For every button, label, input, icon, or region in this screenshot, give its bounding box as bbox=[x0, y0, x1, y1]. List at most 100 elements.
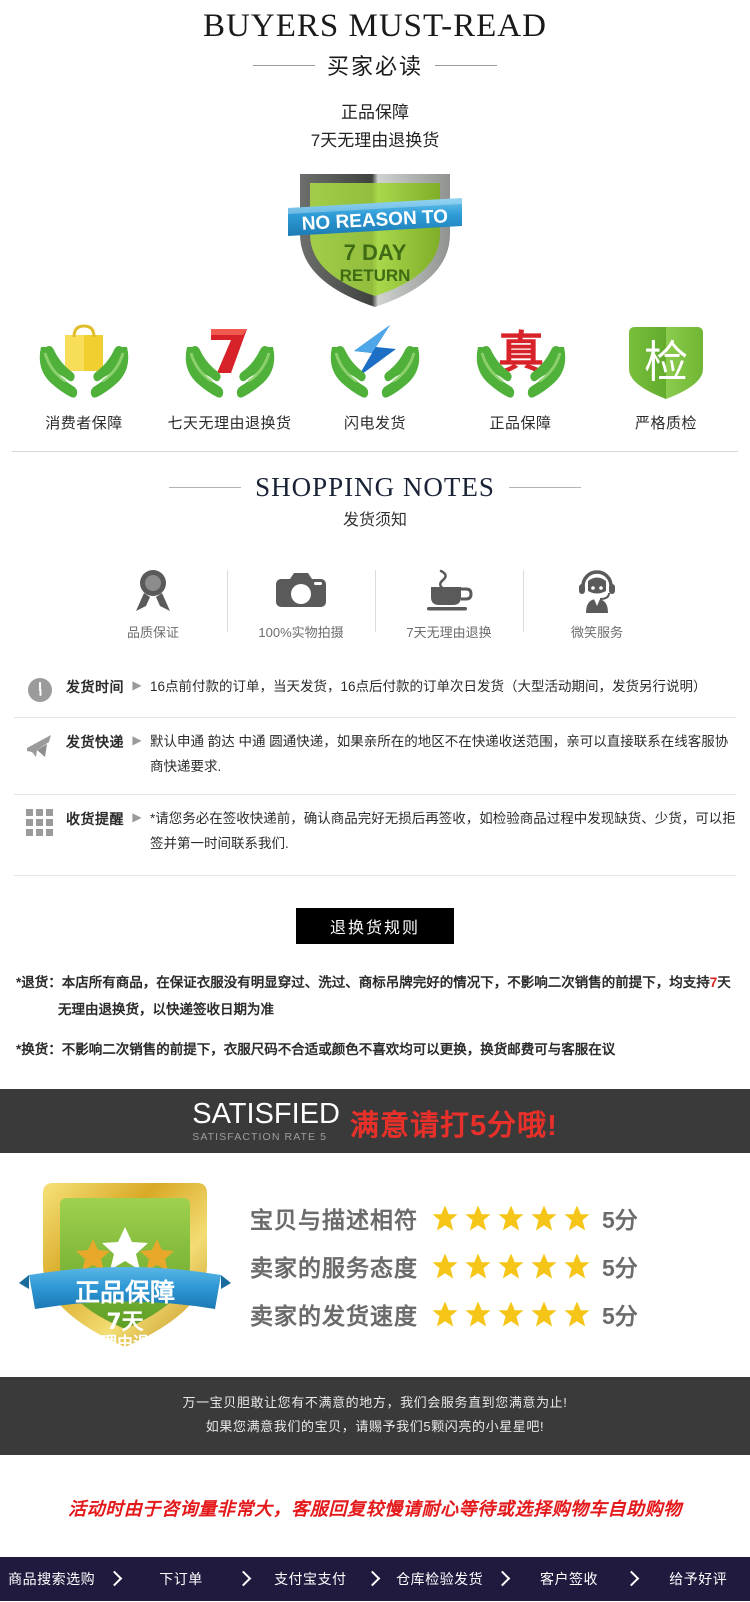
info-row-shipping-time: 发货时间 ▶ 16点前付款的订单，当天发货，16点后付款的订单次日发货（大型活动… bbox=[14, 663, 736, 717]
star-icon bbox=[564, 1301, 590, 1327]
step-item-1[interactable]: 下订单 bbox=[129, 1557, 232, 1601]
page-header: BUYERS MUST-READ 买家必读 正品保障 7天无理由退换货 bbox=[0, 0, 750, 155]
info-value: 默认申通 韵达 中通 圆通快递，如果亲所在的地区不在快递收送范围，亲可以直接联系… bbox=[150, 734, 729, 775]
guarantee-label: 正品保障 bbox=[489, 415, 552, 433]
star-icon bbox=[498, 1253, 524, 1279]
red-notice: 活动时由于咨询量非常大，客服回复较慢请耐心等待或选择购物车自助购物 bbox=[68, 1498, 682, 1519]
shield-badge-icon: NO REASON TO 7 DAY RETURN bbox=[288, 173, 462, 307]
seven-in-hands-icon bbox=[160, 318, 300, 403]
return-policy-banner: 退换货规则 bbox=[295, 908, 454, 945]
service-icon-row: 品质保证 100%实物拍摄 7天无理由退换 微笑服务 bbox=[0, 530, 750, 641]
return-policy-line2: 无理由退换货，以快递签收日期为准 bbox=[58, 1001, 274, 1017]
rating-label: 卖家的服务态度 bbox=[250, 1254, 418, 1281]
clock-icon bbox=[14, 675, 66, 703]
rating-row-0: 宝贝与描述相符 5分 bbox=[250, 1201, 730, 1235]
chevron-right-icon bbox=[103, 1557, 129, 1601]
rating-stars bbox=[430, 1299, 592, 1329]
exchange-policy-text: 不影响二次销售的前提下，衣服尺码不合适或颜色不喜欢均可以更换，换货邮费可与客服在… bbox=[61, 1041, 616, 1057]
page-title-en: BUYERS MUST-READ bbox=[203, 8, 547, 44]
info-key: 收货提醒 bbox=[66, 811, 124, 828]
shopping-notes-title-cn: 发货须知 bbox=[342, 512, 407, 530]
star-icon bbox=[498, 1205, 524, 1231]
return-policy-text-a: 本店所有商品，在保证衣服没有明显穿过、洗过、商标吊牌完好的情况下，不影响二次销售… bbox=[61, 975, 710, 991]
grid-squares-icon bbox=[14, 807, 66, 837]
triangle-marker-icon: ▶ bbox=[132, 678, 142, 693]
authenticity-shield-badge: 正品保障 7天 无理由退换 bbox=[0, 1171, 250, 1361]
step-item-5[interactable]: 给予好评 bbox=[647, 1557, 750, 1601]
seven-day-return-shield: NO REASON TO 7 DAY RETURN bbox=[0, 159, 750, 314]
step-item-0[interactable]: 商品搜索选购 bbox=[0, 1557, 103, 1601]
triangle-marker-icon: ▶ bbox=[132, 810, 142, 825]
service-item-0: 品质保证 bbox=[79, 566, 227, 641]
info-value: 16点前付款的订单，当天发货，16点后付款的订单次日发货（大型活动期间，发货另行… bbox=[150, 679, 707, 695]
guarantee-item-4: 检 严格质检 bbox=[596, 318, 736, 433]
chevron-right-icon bbox=[621, 1557, 647, 1601]
return-policy-lead: *退货： bbox=[16, 975, 62, 991]
service-label: 7天无理由退换 bbox=[406, 625, 492, 641]
guarantee-item-3: 真 正品保障 bbox=[451, 318, 591, 433]
star-icon bbox=[432, 1301, 458, 1327]
info-row-courier: 发货快递 ▶ 默认申通 韵达 中通 圆通快递，如果亲所在的地区不在快递收送范围，… bbox=[14, 717, 736, 794]
title-rule-right bbox=[435, 64, 497, 66]
satisfied-banner: SATISFIED SATISFACTION RATE 5 满意请打5分哦! bbox=[0, 1089, 750, 1153]
svg-text:检: 检 bbox=[644, 337, 688, 388]
badge-line1: 7天 bbox=[106, 1310, 144, 1335]
return-policy-banner-wrap: 退换货规则 bbox=[0, 876, 750, 945]
guarantee-label: 严格质检 bbox=[634, 415, 697, 433]
shipping-info-list: 发货时间 ▶ 16点前付款的订单，当天发货，16点后付款的订单次日发货（大型活动… bbox=[0, 641, 750, 871]
satisfied-footer-line1: 万一宝贝胆敢让您有不满意的地方，我们会服务直到您满意为止! bbox=[182, 1394, 568, 1410]
airplane-icon bbox=[14, 730, 66, 760]
purchase-steps-bar: 商品搜索选购 下订单 支付宝支付 仓库检验发货 客户签收 给予好评 bbox=[0, 1556, 750, 1601]
step-item-4[interactable]: 客户签收 bbox=[517, 1557, 620, 1601]
coffee-cup-icon bbox=[375, 566, 523, 614]
service-item-3: 微笑服务 bbox=[523, 566, 671, 641]
return-policy-item-exchange: *换货：不影响二次销售的前提下，衣服尺码不合适或颜色不喜欢均可以更换，换货邮费可… bbox=[16, 1037, 734, 1063]
info-key: 发货时间 bbox=[66, 679, 124, 696]
step-item-3[interactable]: 仓库检验发货 bbox=[388, 1557, 491, 1601]
satisfied-title-cn: 满意请打5分哦! bbox=[349, 1109, 558, 1142]
service-item-2: 7天无理由退换 bbox=[375, 566, 523, 641]
guarantee-item-2: 闪电发货 bbox=[305, 318, 445, 433]
rating-row-2: 卖家的发货速度 5分 bbox=[250, 1297, 730, 1331]
shield-line2: RETURN bbox=[340, 266, 411, 285]
badge-ribbon-text: 正品保障 bbox=[75, 1278, 175, 1307]
service-label: 品质保证 bbox=[126, 625, 179, 641]
star-icon bbox=[498, 1301, 524, 1327]
return-policy-body: *退货：本店所有商品，在保证衣服没有明显穿过、洗过、商标吊牌完好的情况下，不影响… bbox=[0, 944, 750, 1063]
title-rule-left bbox=[252, 64, 315, 66]
star-icon bbox=[531, 1253, 557, 1279]
page-title-cn: 买家必读 bbox=[326, 54, 423, 80]
satisfied-footer: 万一宝贝胆敢让您有不满意的地方，我们会服务直到您满意为止! 如果您满意我们的宝贝… bbox=[0, 1376, 750, 1455]
medal-icon bbox=[79, 566, 227, 614]
authenticity-shield-icon: 正品保障 7天 无理由退换 bbox=[19, 1182, 231, 1352]
shopping-notes-title-en: SHOPPING NOTES bbox=[255, 472, 495, 503]
star-icon bbox=[564, 1253, 590, 1279]
lightning-in-hands-icon bbox=[305, 318, 445, 403]
shopping-bag-in-hands-icon bbox=[14, 318, 154, 403]
header-subtitle-line1: 正品保障 bbox=[341, 103, 409, 123]
rating-stars bbox=[430, 1251, 592, 1281]
rating-rows: 宝贝与描述相符 5分 卖家的服务态度 5分 卖家的发货速度 5分 bbox=[250, 1187, 750, 1345]
info-key: 发货快递 bbox=[66, 734, 124, 751]
guarantee-item-0: 消费者保障 bbox=[14, 318, 154, 433]
shield-line1: 7 DAY bbox=[344, 240, 407, 265]
star-icon bbox=[432, 1205, 458, 1231]
satisfied-section: SATISFIED SATISFACTION RATE 5 满意请打5分哦! 正… bbox=[0, 1089, 750, 1455]
step-item-2[interactable]: 支付宝支付 bbox=[259, 1557, 362, 1601]
info-row-receipt-reminder: 收货提醒 ▶ *请您务必在签收快递前，确认商品完好无损后再签收，如检验商品过程中… bbox=[14, 794, 736, 871]
star-icon bbox=[432, 1253, 458, 1279]
notes-rule-right bbox=[508, 487, 581, 489]
headset-agent-icon bbox=[523, 566, 671, 614]
satisfied-title-en-block: SATISFIED SATISFACTION RATE 5 bbox=[192, 1098, 340, 1143]
chevron-right-icon bbox=[233, 1557, 259, 1601]
badge-line2: 无理由退换 bbox=[84, 1333, 166, 1352]
satisfied-title-en: SATISFIED bbox=[192, 1098, 340, 1131]
satisfied-footer-line2: 如果您满意我们的宝贝，请赐予我们5颗闪亮的小星星吧! bbox=[205, 1418, 545, 1434]
chevron-right-icon bbox=[362, 1557, 388, 1601]
service-label: 微笑服务 bbox=[570, 625, 623, 641]
guarantee-label: 闪电发货 bbox=[343, 415, 406, 433]
rating-label: 卖家的发货速度 bbox=[250, 1302, 418, 1329]
jian-shield-icon: 检 bbox=[596, 318, 736, 403]
return-policy-item-return: *退货：本店所有商品，在保证衣服没有明显穿过、洗过、商标吊牌完好的情况下，不影响… bbox=[16, 970, 734, 1023]
shopping-notes-header: SHOPPING NOTES 发货须知 bbox=[0, 452, 750, 530]
